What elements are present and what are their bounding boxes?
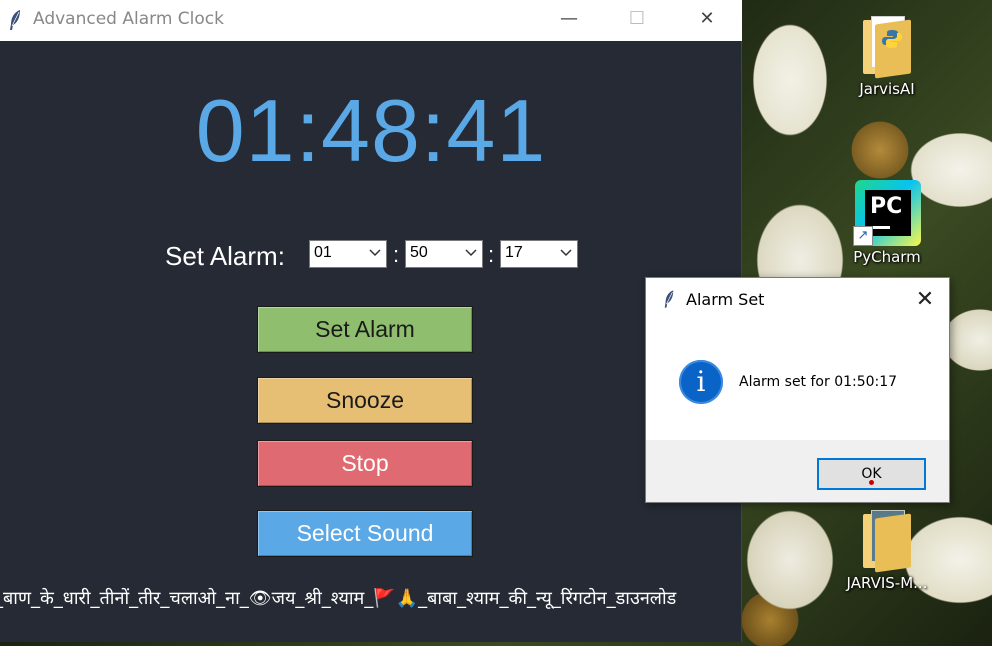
window-title: Advanced Alarm Clock <box>33 9 224 29</box>
desktop-icon-jarvis-m[interactable]: JARVIS-M... <box>837 508 937 592</box>
chevron-down-icon <box>560 249 572 257</box>
chevron-down-icon <box>369 249 381 257</box>
close-button[interactable]: ✕ <box>684 0 730 41</box>
dialog-title-bar[interactable]: Alarm Set ✕ <box>646 278 949 322</box>
cursor-indicator <box>869 480 874 485</box>
info-icon: i <box>679 360 723 404</box>
stop-button[interactable]: Stop <box>257 440 473 487</box>
set-alarm-label: Set Alarm: <box>165 241 285 271</box>
song-ticker: _बाण_के_धारी_तीनों_तीर_चलाओ_ना_👁जय_श्री_… <box>0 586 742 616</box>
chevron-down-icon <box>465 249 477 257</box>
select-sound-button[interactable]: Select Sound <box>257 510 473 557</box>
hour-select[interactable]: 01 <box>309 240 387 268</box>
dialog-body: i Alarm set for 01:50:17 <box>646 322 949 440</box>
feather-icon <box>664 290 674 308</box>
dialog-close-button[interactable]: ✕ <box>909 284 941 316</box>
dialog-title: Alarm Set <box>686 290 765 309</box>
alarm-clock-window: Advanced Alarm Clock — ☐ ✕ 01:48:41 Set … <box>0 0 742 642</box>
folder-icon <box>861 508 913 573</box>
second-value: 17 <box>505 244 523 261</box>
minimize-button[interactable]: — <box>546 0 592 41</box>
time-separator: : <box>393 242 400 267</box>
dialog-footer: OK <box>646 440 949 502</box>
desktop-icon-label: PyCharm <box>853 248 921 266</box>
alarm-set-dialog: Alarm Set ✕ i Alarm set for 01:50:17 OK <box>645 277 950 503</box>
python-folder-icon <box>861 14 913 79</box>
pycharm-icon: PC ↗ <box>851 178 923 250</box>
title-bar[interactable]: Advanced Alarm Clock — ☐ ✕ <box>0 0 742 41</box>
feather-icon <box>10 10 20 30</box>
desktop-icon-pycharm[interactable]: PC ↗ PyCharm <box>837 178 937 266</box>
hour-value: 01 <box>314 244 332 261</box>
desktop-icon-label: JarvisAI <box>859 80 915 98</box>
minute-value: 50 <box>410 244 428 261</box>
current-time-display: 01:48:41 <box>195 81 547 180</box>
second-select[interactable]: 17 <box>500 240 578 268</box>
set-alarm-button[interactable]: Set Alarm <box>257 306 473 353</box>
snooze-button[interactable]: Snooze <box>257 377 473 424</box>
minute-select[interactable]: 50 <box>405 240 483 268</box>
desktop-icon-label: JARVIS-M... <box>846 574 928 592</box>
desktop-icon-jarvisai[interactable]: JarvisAI <box>837 14 937 98</box>
ok-button[interactable]: OK <box>817 458 926 490</box>
dialog-message: Alarm set for 01:50:17 <box>739 374 898 390</box>
maximize-button[interactable]: ☐ <box>614 0 660 41</box>
song-ticker-text: _बाण_के_धारी_तीनों_तीर_चलाओ_ना_👁जय_श्री_… <box>0 588 677 609</box>
time-separator: : <box>488 242 495 267</box>
